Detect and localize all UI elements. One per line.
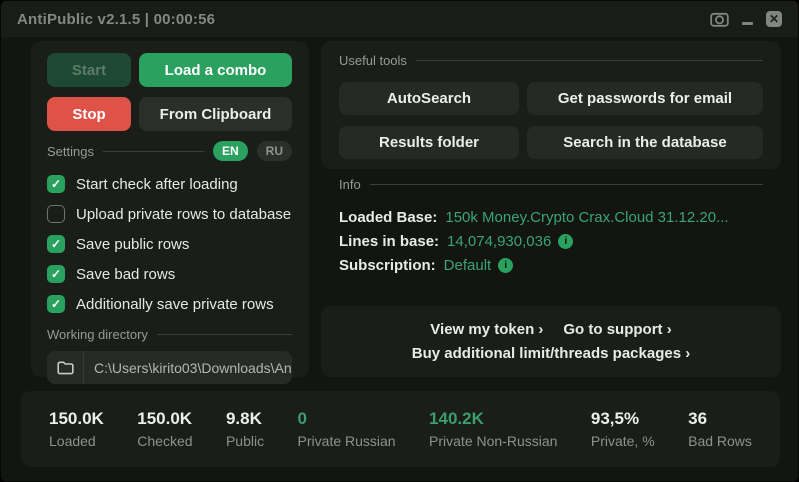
- info-icon[interactable]: i: [558, 234, 573, 249]
- window-title: AntiPublic v2.1.5 | 00:00:56: [17, 11, 215, 28]
- links-line-2: Buy additional limit/threads packages ›: [412, 345, 690, 362]
- checkbox-additionally-save-private-rows[interactable]: ✓ Additionally save private rows: [47, 289, 292, 319]
- checkbox-label: Save bad rows: [76, 266, 175, 283]
- divider: [416, 60, 763, 61]
- autosearch-button[interactable]: AutoSearch: [339, 82, 519, 115]
- go-to-support-link[interactable]: Go to support ›: [563, 321, 671, 338]
- useful-tools-header: Useful tools: [339, 53, 763, 68]
- stat-label: Loaded: [49, 433, 104, 449]
- checkbox-save-bad-rows[interactable]: ✓ Save bad rows: [47, 259, 292, 289]
- settings-checkbox-list: ✓ Start check after loading ✓ Upload pri…: [47, 169, 292, 319]
- from-clipboard-button[interactable]: From Clipboard: [139, 97, 292, 131]
- checkbox-label: Save public rows: [76, 236, 189, 253]
- language-en-toggle[interactable]: EN: [213, 141, 248, 161]
- control-panel: Start Load a combo Stop From Clipboard S…: [31, 41, 309, 377]
- stat-value: 140.2K: [429, 409, 557, 429]
- lines-in-base-value: 14,074,930,036: [447, 233, 551, 250]
- titlebar: AntiPublic v2.1.5 | 00:00:56 ✕: [1, 1, 798, 37]
- useful-tools-grid: AutoSearch Get passwords for email Resul…: [339, 82, 763, 159]
- start-button[interactable]: Start: [47, 53, 131, 87]
- language-ru-toggle[interactable]: RU: [257, 141, 292, 161]
- divider: [103, 151, 204, 152]
- results-folder-button[interactable]: Results folder: [339, 126, 519, 159]
- stop-button[interactable]: Stop: [47, 97, 131, 131]
- checkbox-box[interactable]: ✓: [47, 235, 65, 253]
- info-icon[interactable]: i: [498, 258, 513, 273]
- divider: [157, 334, 292, 335]
- stat-label: Checked: [137, 433, 192, 449]
- stat-label: Bad Rows: [688, 433, 752, 449]
- stat-value: 9.8K: [226, 409, 264, 429]
- stat-checked: 150.0K Checked: [137, 409, 192, 449]
- checkbox-label: Additionally save private rows: [76, 296, 274, 313]
- check-icon: ✓: [51, 298, 61, 310]
- working-directory-header: Working directory: [47, 327, 292, 342]
- camera-icon[interactable]: [710, 11, 729, 27]
- info-section: Info Loaded Base: 150k Money.Crypto Crax…: [321, 177, 781, 277]
- useful-tools-label: Useful tools: [339, 53, 407, 68]
- close-icon[interactable]: ✕: [766, 11, 782, 27]
- lines-in-base-row: Lines in base: 14,074,930,036 i: [339, 229, 763, 253]
- checkbox-box[interactable]: ✓: [47, 265, 65, 283]
- loaded-base-row: Loaded Base: 150k Money.Crypto Crax.Clou…: [339, 205, 763, 229]
- stat-loaded: 150.0K Loaded: [49, 409, 104, 449]
- check-icon: ✓: [51, 268, 61, 280]
- links-panel: View my token › Go to support › Buy addi…: [321, 306, 781, 377]
- checkbox-box[interactable]: ✓: [47, 295, 65, 313]
- settings-label: Settings: [47, 144, 94, 159]
- stat-value: 36: [688, 409, 752, 429]
- stat-label: Private, %: [591, 433, 655, 449]
- check-icon: ✓: [51, 238, 61, 250]
- loaded-base-value: 150k Money.Crypto Crax.Cloud 31.12.20...: [445, 209, 728, 226]
- check-icon: ✓: [51, 178, 61, 190]
- checkbox-label: Upload private rows to database: [76, 206, 291, 223]
- checkbox-upload-private-rows[interactable]: ✓ Upload private rows to database: [47, 199, 292, 229]
- subscription-value: Default: [444, 257, 492, 274]
- stat-value: 93,5%: [591, 409, 655, 429]
- view-my-token-link[interactable]: View my token ›: [430, 321, 543, 338]
- working-directory-label: Working directory: [47, 327, 148, 342]
- subscription-row: Subscription: Default i: [339, 253, 763, 277]
- stat-private-percent: 93,5% Private, %: [591, 409, 655, 449]
- settings-header: Settings EN RU: [47, 141, 292, 161]
- info-label: Info: [339, 177, 361, 192]
- stats-bar: 150.0K Loaded 150.0K Checked 9.8K Public…: [21, 391, 780, 467]
- stat-private-russian: 0 Private Russian: [298, 409, 396, 449]
- checkbox-box[interactable]: ✓: [47, 205, 65, 223]
- checkbox-box[interactable]: ✓: [47, 175, 65, 193]
- load-combo-button[interactable]: Load a combo: [139, 53, 292, 87]
- buy-packages-link[interactable]: Buy additional limit/threads packages ›: [412, 345, 690, 362]
- titlebar-controls: ✕: [710, 11, 782, 27]
- checkbox-label: Start check after loading: [76, 176, 238, 193]
- get-passwords-for-email-button[interactable]: Get passwords for email: [527, 82, 763, 115]
- working-directory-input[interactable]: C:\Users\kirito03\Downloads\An...: [47, 351, 292, 384]
- checkbox-save-public-rows[interactable]: ✓ Save public rows: [47, 229, 292, 259]
- working-directory-path: C:\Users\kirito03\Downloads\An...: [84, 360, 292, 376]
- folder-icon[interactable]: [47, 351, 84, 384]
- subscription-key: Subscription:: [339, 257, 436, 274]
- search-in-database-button[interactable]: Search in the database: [527, 126, 763, 159]
- stat-label: Public: [226, 433, 264, 449]
- stat-value: 150.0K: [49, 409, 104, 429]
- app-window: AntiPublic v2.1.5 | 00:00:56 ✕ Start Loa…: [0, 0, 799, 482]
- checkbox-start-check-after-loading[interactable]: ✓ Start check after loading: [47, 169, 292, 199]
- info-rows: Loaded Base: 150k Money.Crypto Crax.Clou…: [339, 205, 763, 277]
- minimize-icon[interactable]: [742, 22, 753, 27]
- stat-value: 0: [298, 409, 396, 429]
- stat-label: Private Russian: [298, 433, 396, 449]
- stat-public: 9.8K Public: [226, 409, 264, 449]
- divider: [370, 184, 763, 185]
- lines-in-base-key: Lines in base:: [339, 233, 439, 250]
- loaded-base-key: Loaded Base:: [339, 209, 437, 226]
- stat-value: 150.0K: [137, 409, 192, 429]
- stat-private-non-russian: 140.2K Private Non-Russian: [429, 409, 557, 449]
- links-line-1: View my token › Go to support ›: [430, 321, 671, 338]
- stat-bad-rows: 36 Bad Rows: [688, 409, 752, 449]
- useful-tools-panel: Useful tools AutoSearch Get passwords fo…: [321, 41, 781, 169]
- stat-label: Private Non-Russian: [429, 433, 557, 449]
- info-header: Info: [339, 177, 763, 192]
